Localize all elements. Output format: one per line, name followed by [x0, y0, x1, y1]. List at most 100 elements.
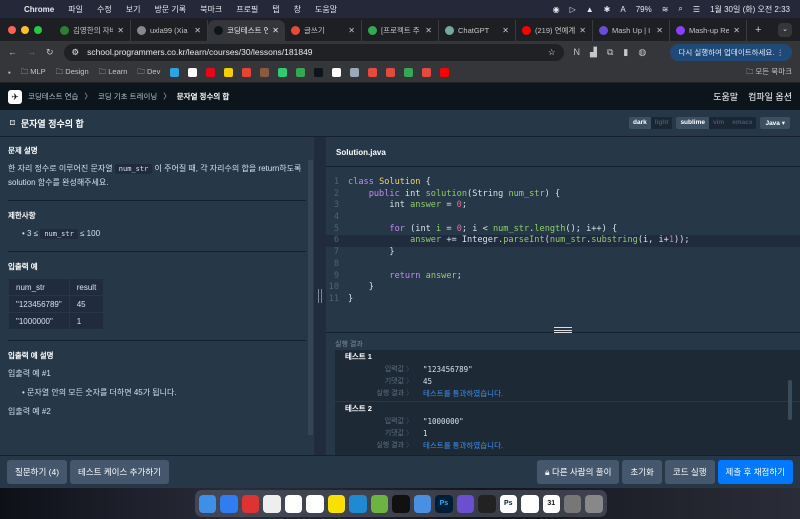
menu-profile[interactable]: 프로필: [236, 4, 258, 15]
browser-tab[interactable]: [프로젝트 주✕: [362, 20, 439, 41]
update-chrome-button[interactable]: 다시 실행하여 업데이트하세요. ⋮: [670, 44, 792, 61]
url-input[interactable]: ⚙ school.programmers.co.kr/learn/courses…: [64, 44, 564, 61]
sidepanel-icon[interactable]: ▮: [623, 47, 628, 58]
dock-app-finder-icon[interactable]: [199, 495, 216, 513]
wifi-icon[interactable]: ≋: [662, 5, 669, 14]
dock-app-vs-code-icon[interactable]: [349, 495, 366, 513]
dock-app-reminders-icon[interactable]: [263, 495, 280, 513]
close-tab-icon[interactable]: ✕: [656, 26, 663, 35]
dock-app-31-icon[interactable]: 31: [543, 495, 560, 513]
description-scrollbar[interactable]: [308, 160, 313, 435]
site-settings-icon[interactable]: ⚙: [72, 47, 80, 58]
extensions-puzzle-icon[interactable]: ⧉: [607, 47, 613, 58]
menu-tab[interactable]: 탭: [272, 4, 279, 15]
bookmark-favicon-icon[interactable]: [314, 68, 323, 77]
bookmark-favicon-icon[interactable]: [188, 68, 197, 77]
back-icon[interactable]: ←: [8, 47, 17, 57]
menu-history[interactable]: 방문 기록: [154, 4, 186, 15]
play-icon[interactable]: ▷: [570, 5, 576, 14]
bookmark-folder-mlp[interactable]: 🗀 MLP: [21, 66, 46, 79]
apps-icon[interactable]: ▪: [8, 68, 11, 77]
bookmark-favicon-icon[interactable]: [260, 68, 269, 77]
dock-app-chrome-icon[interactable]: [306, 495, 323, 513]
browser-tab[interactable]: 김영한의 자바✕: [54, 20, 131, 41]
panel-resize-handle[interactable]: [314, 137, 326, 455]
battery-percent[interactable]: 79%: [636, 5, 652, 14]
close-window-button[interactable]: [8, 26, 16, 34]
browser-tab[interactable]: uxla99 (Xia✕: [131, 20, 208, 41]
code-editor[interactable]: 1class Solution { 2 public int solution(…: [326, 177, 800, 306]
bookmark-icon[interactable]: ⌑: [10, 118, 15, 129]
programmers-logo[interactable]: ✈: [8, 90, 22, 104]
menu-bookmarks[interactable]: 북마크: [200, 4, 222, 15]
bookmark-favicon-icon[interactable]: [368, 68, 377, 77]
help-link[interactable]: 도움말: [713, 90, 738, 103]
reset-button[interactable]: 초기화: [622, 460, 661, 484]
language-select[interactable]: Java ▾: [760, 117, 790, 129]
reload-icon[interactable]: ↻: [46, 47, 54, 58]
close-tab-icon[interactable]: ✕: [348, 26, 355, 35]
breadcrumb-1[interactable]: 코딩테스트 연습: [28, 91, 78, 102]
browser-tab[interactable]: 코딩테스트 연습✕: [208, 20, 285, 41]
dock-app-ps-icon[interactable]: Ps: [500, 495, 517, 513]
notification-icon[interactable]: ▲: [586, 5, 594, 14]
search-icon[interactable]: ⌕: [678, 4, 682, 14]
theme-dark[interactable]: dark: [629, 117, 651, 129]
browser-tab[interactable]: 글쓰기✕: [285, 20, 362, 41]
dock-app-xcode-icon[interactable]: [414, 495, 431, 513]
bookmark-favicon-icon[interactable]: [224, 68, 233, 77]
keymap-vim[interactable]: vim: [709, 117, 728, 129]
bookmark-favicon-icon[interactable]: [422, 68, 431, 77]
submit-button[interactable]: 제출 후 채점하기: [718, 460, 793, 484]
zoom-window-button[interactable]: [34, 26, 42, 34]
dock-app-obsidian-icon[interactable]: [457, 495, 474, 513]
others-solutions-button[interactable]: 🔒︎ 다른 사람의 풀이: [537, 460, 619, 484]
dock-app-ps-icon[interactable]: Ps: [435, 495, 452, 513]
menu-view[interactable]: 보기: [126, 4, 141, 15]
results-resize-handle[interactable]: [554, 327, 572, 333]
browser-tab[interactable]: Mash-up Re✕: [670, 20, 747, 41]
dock-app-intellij-icon[interactable]: [392, 495, 409, 513]
bookmark-favicon-icon[interactable]: [278, 68, 287, 77]
menu-edit[interactable]: 수정: [97, 4, 112, 15]
bookmark-folder-dev[interactable]: 🗀 Dev: [137, 66, 160, 79]
extension-icon[interactable]: N: [574, 47, 581, 57]
close-tab-icon[interactable]: ✕: [425, 26, 432, 35]
new-tab-button[interactable]: +: [747, 24, 769, 36]
breadcrumb-2[interactable]: 코딩 기초 트레이닝: [98, 91, 157, 102]
close-tab-icon[interactable]: ✕: [733, 26, 740, 35]
browser-tab[interactable]: ChatGPT✕: [439, 20, 516, 41]
dock-app-notion-icon[interactable]: [521, 495, 538, 513]
dock-app-kakaotalk-icon[interactable]: [328, 495, 345, 513]
close-tab-icon[interactable]: ✕: [117, 26, 124, 35]
bookmark-folder-learn[interactable]: 🗀 Learn: [99, 66, 128, 79]
menu-file[interactable]: 파일: [68, 4, 83, 15]
add-test-case-button[interactable]: 테스트 케이스 추가하기: [70, 460, 169, 484]
close-tab-icon[interactable]: ✕: [502, 26, 509, 35]
status-icon[interactable]: ◉: [553, 5, 560, 14]
browser-tab[interactable]: (219) 연예계✕: [516, 20, 593, 41]
bookmark-favicon-icon[interactable]: [206, 68, 215, 77]
results-scrollbar[interactable]: [788, 380, 792, 420]
close-tab-icon[interactable]: ✕: [272, 26, 279, 35]
dock-app-spring-icon[interactable]: [371, 495, 388, 513]
keymap-sublime[interactable]: sublime: [676, 117, 709, 129]
editor-file-tab[interactable]: Solution.java: [326, 137, 800, 167]
theme-light[interactable]: light: [651, 117, 673, 129]
ask-question-button[interactable]: 질문하기 (4): [7, 460, 67, 484]
tab-search-button[interactable]: ⌄: [778, 23, 792, 37]
dock-app-safari-icon[interactable]: [220, 495, 237, 513]
close-tab-icon[interactable]: ✕: [194, 26, 201, 35]
bookmark-favicon-icon[interactable]: [332, 68, 341, 77]
all-bookmarks-folder[interactable]: 🗀 모든 북마크: [746, 66, 792, 79]
browser-tab[interactable]: Mash Up | I✕: [593, 20, 670, 41]
clock[interactable]: 1월 30일 (화) 오전 2:33: [710, 4, 790, 15]
bookmark-star-icon[interactable]: ☆: [548, 47, 556, 58]
bookmark-favicon-icon[interactable]: [404, 68, 413, 77]
extension-icon[interactable]: ▟: [590, 47, 597, 58]
close-tab-icon[interactable]: ✕: [579, 26, 586, 35]
bookmark-favicon-icon[interactable]: [296, 68, 305, 77]
dock-app-terminal-icon[interactable]: [478, 495, 495, 513]
bookmark-favicon-icon[interactable]: [170, 68, 179, 77]
forward-icon[interactable]: →: [27, 47, 36, 57]
